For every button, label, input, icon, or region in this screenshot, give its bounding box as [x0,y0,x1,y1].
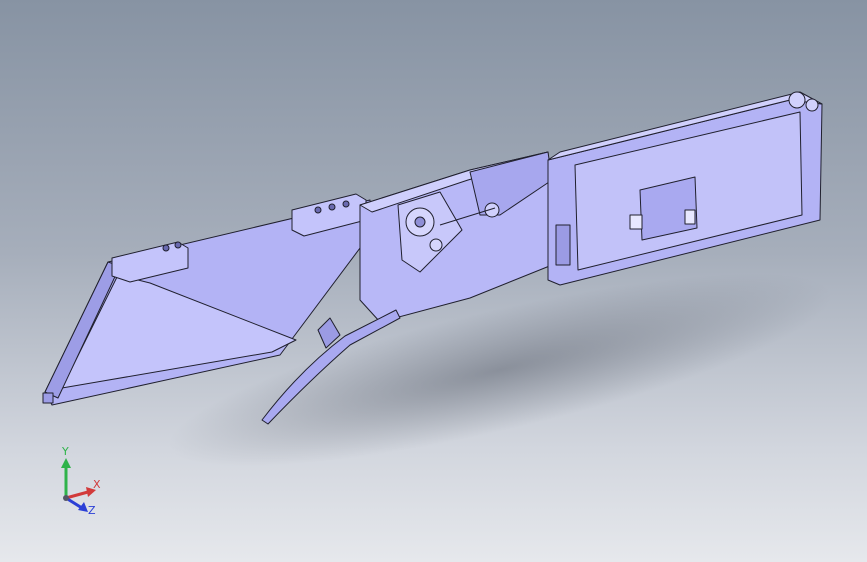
axis-triad: Y X Z [61,445,101,517]
x-axis-label: X [93,478,101,491]
lock-pin [684,209,696,225]
rear-roller[interactable] [788,91,806,109]
y-axis-label: Y [61,445,69,458]
graphics-viewport[interactable]: Y X Z [0,0,867,562]
body-slot [555,224,571,266]
tray-end-cap [42,392,54,404]
feeder-model[interactable] [0,0,867,562]
connector-slot [629,214,643,230]
z-axis-label: Z [88,504,96,517]
